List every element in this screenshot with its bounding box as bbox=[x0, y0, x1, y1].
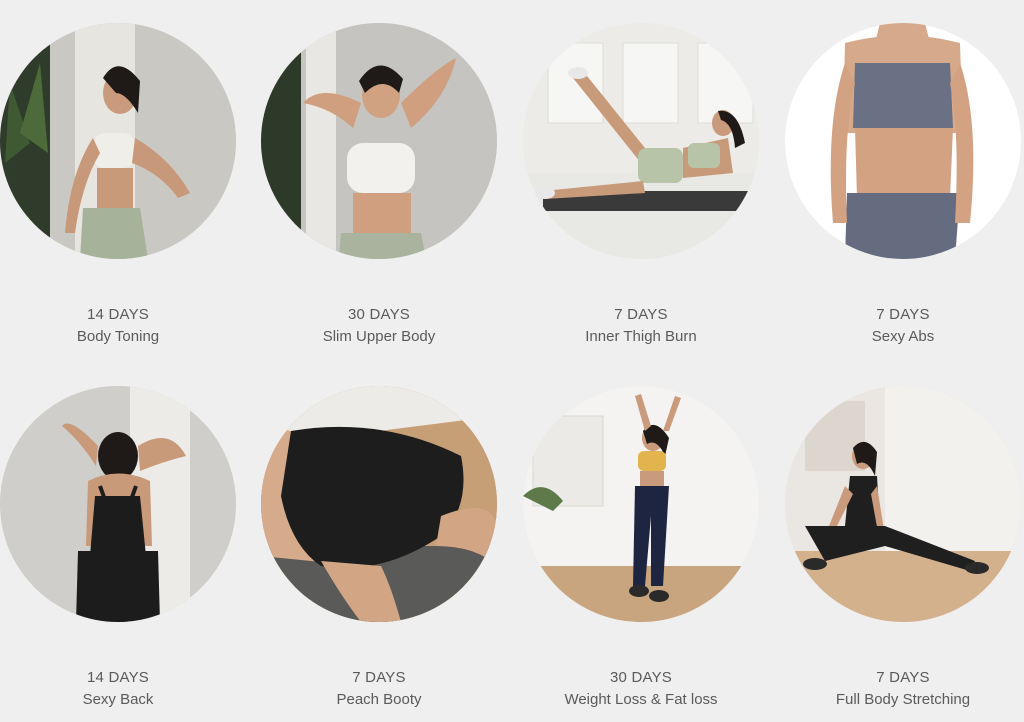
program-days: 14 DAYS bbox=[87, 306, 149, 323]
program-title[interactable]: Peach Booty bbox=[261, 689, 497, 711]
program-caption: 30 DAYS Slim Upper Body bbox=[261, 304, 497, 348]
program-days: 7 DAYS bbox=[876, 306, 930, 323]
program-days: 30 DAYS bbox=[610, 669, 672, 686]
program-title[interactable]: Sexy Back bbox=[0, 689, 236, 711]
program-image-full-body-stretching[interactable] bbox=[785, 386, 1021, 622]
program-card-weight-loss[interactable]: 30 DAYS Weight Loss & Fat loss bbox=[523, 386, 759, 711]
program-days: 7 DAYS bbox=[614, 306, 668, 323]
program-caption: 7 DAYS Peach Booty bbox=[261, 667, 497, 711]
program-image-sexy-abs[interactable] bbox=[785, 23, 1021, 259]
program-days: 30 DAYS bbox=[348, 306, 410, 323]
torso-sports-set-illustration bbox=[785, 23, 1021, 259]
program-caption: 7 DAYS Sexy Abs bbox=[785, 304, 1021, 348]
glute-closeup-illustration bbox=[261, 386, 497, 622]
program-image-peach-booty[interactable] bbox=[261, 386, 497, 622]
program-days: 7 DAYS bbox=[876, 669, 930, 686]
program-title[interactable]: Inner Thigh Burn bbox=[523, 326, 759, 348]
program-image-slim-upper-body[interactable] bbox=[261, 23, 497, 259]
program-title[interactable]: Full Body Stretching bbox=[785, 689, 1021, 711]
program-days: 7 DAYS bbox=[352, 669, 406, 686]
program-card-sexy-abs[interactable]: 7 DAYS Sexy Abs bbox=[785, 23, 1021, 348]
program-card-peach-booty[interactable]: 7 DAYS Peach Booty bbox=[261, 386, 497, 711]
woman-pose-illustration bbox=[0, 23, 236, 259]
program-card-slim-upper-body[interactable]: 30 DAYS Slim Upper Body bbox=[261, 23, 497, 348]
program-caption: 7 DAYS Inner Thigh Burn bbox=[523, 304, 759, 348]
program-card-sexy-back[interactable]: 14 DAYS Sexy Back bbox=[0, 386, 236, 711]
program-card-body-toning[interactable]: 14 DAYS Body Toning bbox=[0, 23, 236, 348]
woman-side-lunge-illustration bbox=[785, 386, 1021, 622]
program-card-inner-thigh-burn[interactable]: 7 DAYS Inner Thigh Burn bbox=[523, 23, 759, 348]
program-title[interactable]: Sexy Abs bbox=[785, 326, 1021, 348]
woman-arms-up-illustration bbox=[261, 23, 497, 259]
program-image-sexy-back[interactable] bbox=[0, 386, 236, 622]
program-caption: 30 DAYS Weight Loss & Fat loss bbox=[523, 667, 759, 711]
program-image-inner-thigh-burn[interactable] bbox=[523, 23, 759, 259]
program-caption: 14 DAYS Body Toning bbox=[0, 304, 236, 348]
program-card-full-body-stretching[interactable]: 7 DAYS Full Body Stretching bbox=[785, 386, 1021, 711]
program-title[interactable]: Slim Upper Body bbox=[261, 326, 497, 348]
woman-stretch-arms-up-illustration bbox=[523, 386, 759, 622]
program-title[interactable]: Body Toning bbox=[0, 326, 236, 348]
woman-leg-raise-illustration bbox=[523, 23, 759, 259]
program-days: 14 DAYS bbox=[87, 669, 149, 686]
program-title[interactable]: Weight Loss & Fat loss bbox=[523, 689, 759, 711]
program-caption: 7 DAYS Full Body Stretching bbox=[785, 667, 1021, 711]
program-grid: 14 DAYS Body Toning 30 DAYS Slim Upper B… bbox=[0, 0, 1024, 722]
program-image-body-toning[interactable] bbox=[0, 23, 236, 259]
program-image-weight-loss[interactable] bbox=[523, 386, 759, 622]
program-caption: 14 DAYS Sexy Back bbox=[0, 667, 236, 711]
woman-back-view-illustration bbox=[0, 386, 236, 622]
